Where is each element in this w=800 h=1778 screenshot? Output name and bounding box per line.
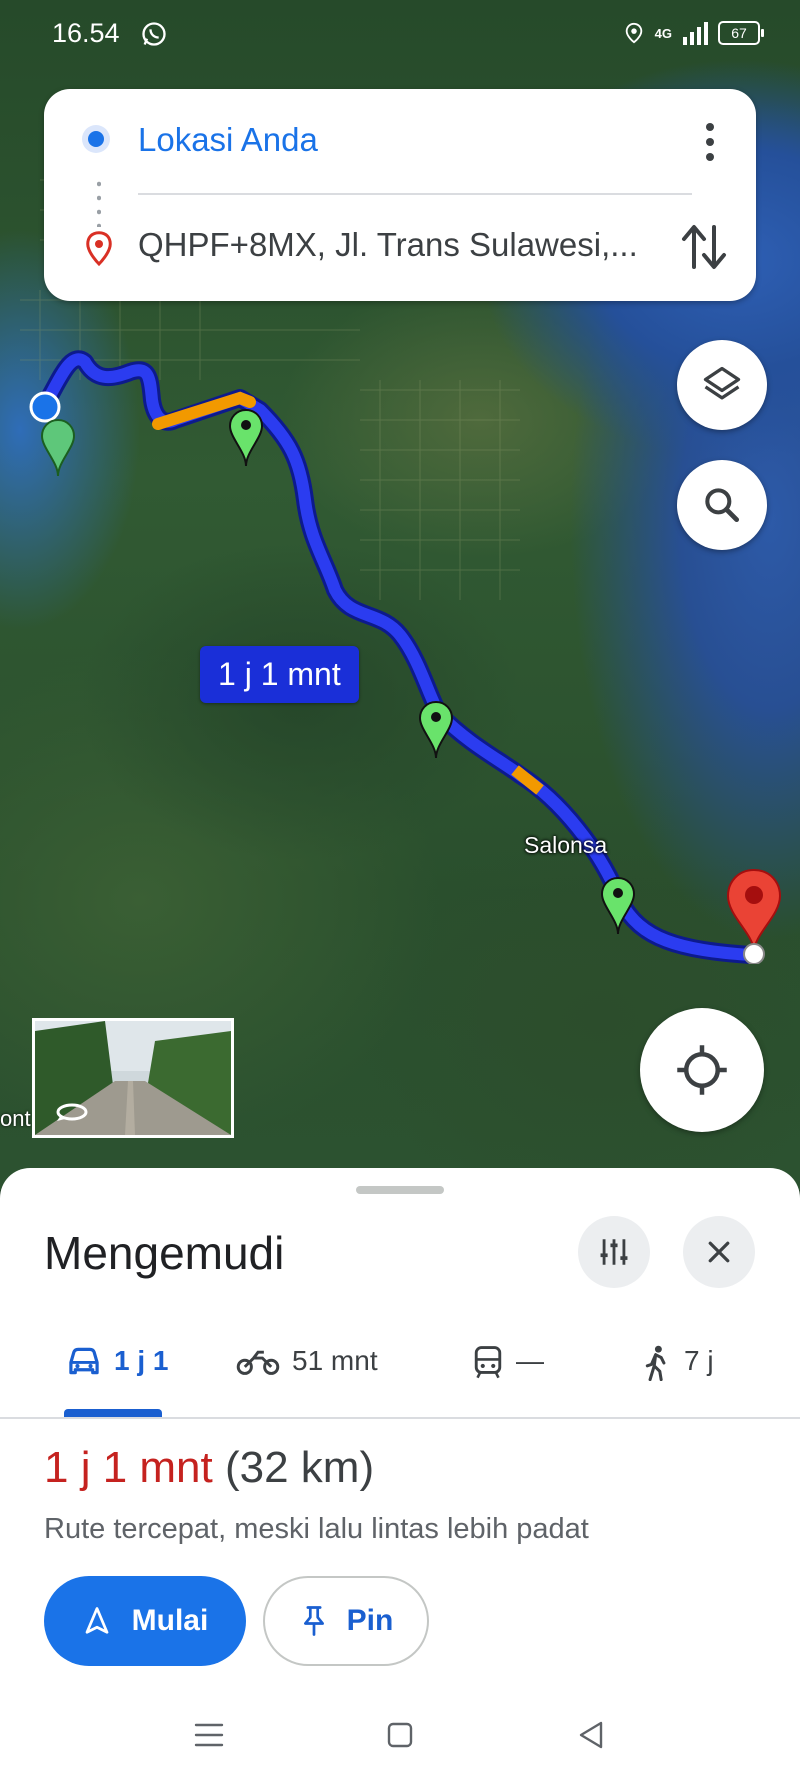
start-navigation-button[interactable]: Mulai [44, 1576, 246, 1666]
start-label: Mulai [131, 1604, 209, 1637]
travel-mode-tabs: 1 j 1 51 mnt — 7 j [0, 1323, 800, 1419]
origin-field[interactable]: Lokasi Anda [138, 121, 318, 159]
tab-motorcycle-label: 51 mnt [292, 1345, 378, 1376]
rotate-360-icon [56, 1103, 88, 1121]
route-distance: (32 km) [224, 1443, 375, 1492]
navigation-arrow-icon [85, 1607, 109, 1634]
destination-field[interactable]: QHPF+8MX, Jl. Trans Sulawesi,... [138, 226, 698, 264]
directions-card: Lokasi Anda QHPF+8MX, Jl. Trans Sulawesi… [44, 89, 756, 301]
map-pin-icon[interactable] [228, 408, 264, 468]
route-note: Rute tercepat, meski lalu lintas lebih p… [44, 1513, 589, 1545]
network-type: 4G [654, 25, 672, 41]
divider [138, 193, 692, 195]
tab-car-label: 1 j 1 [114, 1345, 169, 1376]
location-icon [625, 22, 642, 44]
close-icon [708, 1241, 730, 1263]
close-button[interactable] [683, 1216, 755, 1288]
walk-icon [645, 1345, 666, 1381]
back-nav-button[interactable] [566, 1710, 616, 1760]
directions-sheet: Mengemudi 1 j 1 51 mnt — 7 j 1 j 1 mnt (… [0, 1168, 800, 1778]
route-duration-label[interactable]: 1 j 1 mnt [200, 646, 359, 703]
motorcycle-icon [236, 1350, 280, 1375]
tab-motorcycle[interactable]: 51 mnt [236, 1323, 378, 1417]
status-bar: 16.54 4G 67 [0, 0, 800, 70]
home-square-icon [387, 1722, 413, 1748]
place-label-edge: ont [0, 1106, 31, 1131]
active-tab-indicator [64, 1409, 162, 1417]
destination-pin-icon[interactable] [724, 868, 784, 964]
tab-walk-label: 7 j [684, 1345, 714, 1376]
tab-car[interactable]: 1 j 1 [66, 1323, 168, 1417]
sheet-drag-handle[interactable] [356, 1186, 444, 1194]
route-options-button[interactable] [578, 1216, 650, 1288]
route-summary: 1 j 1 mnt (32 km) [44, 1443, 374, 1493]
sheet-title: Mengemudi [44, 1227, 285, 1279]
origin-marker [29, 391, 61, 423]
signal-icon [683, 22, 708, 45]
map-pin-icon[interactable] [40, 418, 76, 478]
status-time: 16.54 [52, 18, 120, 48]
battery-icon: 67 [718, 21, 764, 45]
whatsapp-icon [142, 22, 166, 46]
back-triangle-icon [579, 1721, 603, 1749]
map-pin-icon[interactable] [418, 700, 454, 760]
street-view-thumbnail[interactable] [32, 1018, 234, 1138]
tab-transit-label: — [516, 1345, 544, 1376]
home-nav-button[interactable] [375, 1710, 425, 1760]
my-location-button[interactable] [640, 1008, 764, 1132]
destination-pin-icon [86, 231, 112, 267]
car-icon [69, 1347, 99, 1375]
search-icon [705, 488, 740, 523]
route-duration: 1 j 1 mnt [44, 1443, 213, 1492]
map-search-button[interactable] [677, 460, 767, 550]
place-label: Salonsa [524, 832, 608, 858]
pin-trip-button[interactable]: Pin [263, 1576, 429, 1666]
pin-label: Pin [346, 1604, 394, 1637]
route-dots [97, 177, 101, 227]
tab-walk[interactable]: 7 j [642, 1323, 714, 1417]
tune-icon [600, 1239, 628, 1265]
swap-direction-icon[interactable] [680, 221, 728, 273]
system-nav-bar [0, 1690, 800, 1778]
pin-icon [303, 1606, 324, 1636]
map-pin-icon[interactable] [600, 876, 636, 936]
menu-icon [194, 1723, 224, 1747]
map-layers-button[interactable] [677, 340, 767, 430]
crosshair-icon [677, 1045, 727, 1095]
transit-icon [474, 1346, 502, 1379]
layers-icon [703, 366, 741, 400]
tab-transit[interactable]: — [472, 1323, 544, 1417]
menu-nav-button[interactable] [184, 1710, 234, 1760]
more-options-icon[interactable] [692, 119, 728, 165]
origin-dot-icon [82, 125, 110, 153]
